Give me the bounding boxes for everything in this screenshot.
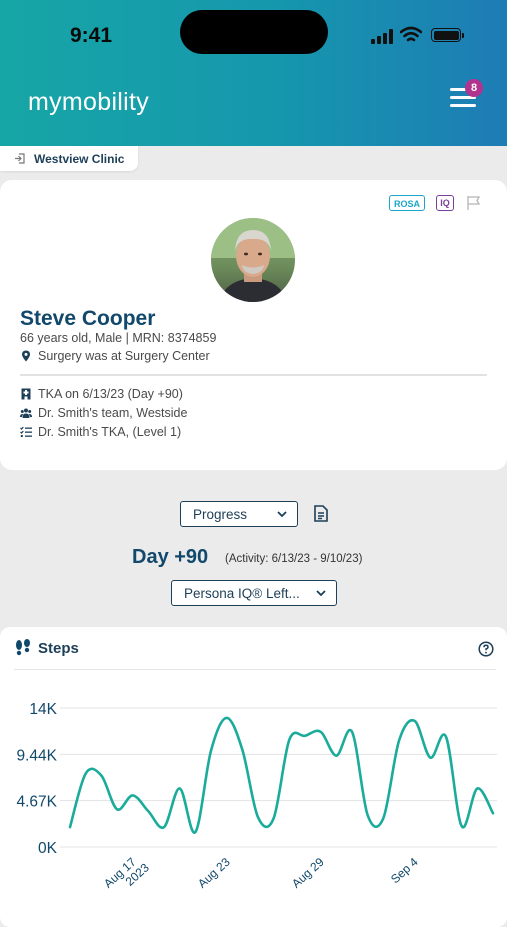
steps-series-line: [68, 716, 495, 834]
hospital-icon: [21, 388, 31, 400]
clinic-name: Westview Clinic: [34, 151, 125, 166]
protocol-text: Dr. Smith's TKA, (Level 1): [38, 425, 182, 439]
x-tick-date: Aug 23: [195, 855, 233, 891]
team-text: Dr. Smith's team, Westside: [38, 406, 188, 420]
flag-icon[interactable]: [466, 195, 482, 211]
protocol-row: Dr. Smith's TKA, (Level 1): [20, 425, 181, 439]
x-tick-label: Aug 23: [195, 855, 233, 891]
footprints-icon: [16, 639, 30, 656]
x-tick-label: Aug 29: [289, 855, 327, 891]
chevron-down-icon: [277, 510, 287, 517]
demographics-text: 66 years old, Male | MRN: 8374859: [20, 331, 217, 345]
y-tick-label: 4.67K: [16, 794, 57, 811]
view-select[interactable]: Progress: [180, 501, 298, 527]
y-tick-label: 14K: [29, 701, 57, 718]
card-divider: [20, 374, 487, 376]
patient-name: Steve Cooper: [20, 307, 156, 330]
procedure-text: TKA on 6/13/23 (Day +90): [38, 387, 183, 401]
team-row: Dr. Smith's team, Westside: [20, 406, 187, 420]
surgery-location-row: Surgery was at Surgery Center: [20, 349, 210, 363]
steps-chart: 14K 9.44K 4.67K 0K Aug 172023 Aug 23 Aug 29 Se…: [16, 701, 497, 891]
steps-title: Steps: [38, 640, 79, 657]
checklist-icon: [20, 426, 32, 437]
cellular-signal-icon: [371, 28, 395, 44]
activity-range: (Activity: 6/13/23 - 9/10/23): [225, 553, 363, 565]
chevron-down-icon: [316, 589, 326, 596]
x-tick-date: Sep 4: [388, 855, 421, 887]
report-document-icon[interactable]: [314, 505, 328, 522]
help-icon[interactable]: [478, 641, 494, 657]
iq-tag: IQ: [436, 195, 454, 211]
x-tick-label: Sep 4: [388, 855, 421, 887]
notification-badge: 8: [465, 79, 483, 97]
y-tick-label: 9.44K: [16, 747, 57, 764]
clinic-switcher[interactable]: Westview Clinic: [0, 146, 139, 171]
procedure-row: TKA on 6/13/23 (Day +90): [20, 387, 183, 401]
wifi-icon: [400, 26, 422, 42]
device-select-value: Persona IQ® Left...: [184, 585, 300, 601]
team-icon: [20, 408, 32, 418]
x-tick-date: Aug 29: [289, 855, 327, 891]
location-pin-icon: [22, 350, 30, 362]
status-time: 9:41: [70, 24, 113, 47]
y-tick-label: 0K: [38, 840, 58, 857]
patient-demographics: 66 years old, Male | MRN: 8374859: [20, 331, 216, 345]
patient-avatar: [211, 218, 295, 302]
dynamic-island: [180, 10, 328, 54]
switch-clinic-icon: [15, 153, 25, 164]
x-tick-label: Aug 172023: [101, 855, 152, 891]
device-select[interactable]: Persona IQ® Left...: [171, 580, 337, 606]
rosa-tag: ROSA: [389, 195, 425, 211]
view-select-value: Progress: [193, 506, 248, 522]
app-logo: mymobility: [28, 88, 150, 116]
surgery-location-text: Surgery was at Surgery Center: [38, 349, 210, 363]
day-counter: Day +90: [132, 546, 209, 568]
battery-icon: [431, 28, 464, 42]
